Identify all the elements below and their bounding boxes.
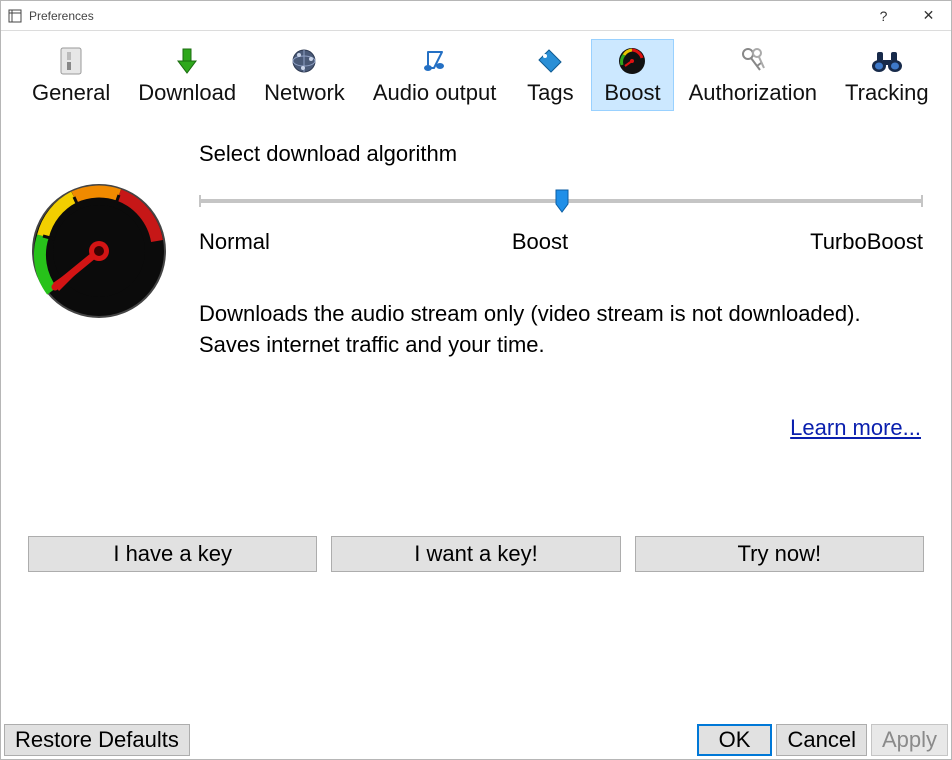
boost-icon [615,44,649,78]
cancel-button[interactable]: Cancel [776,724,866,756]
tab-bar: General Download Network Audio output Ta… [1,31,951,111]
tab-tags[interactable]: Tags [511,39,589,111]
tab-label: Tracking [845,80,929,106]
apply-button: Apply [871,724,948,756]
tab-audio-output[interactable]: Audio output [360,39,510,111]
app-icon [7,8,23,24]
algorithm-slider[interactable] [199,181,923,225]
dialog-button-bar: Restore Defaults OK Cancel Apply [4,724,948,756]
tab-authorization[interactable]: Authorization [676,39,830,111]
slider-label-boost: Boost [512,229,568,255]
tab-label: Audio output [373,80,497,106]
want-key-button[interactable]: I want a key! [331,536,620,572]
binoculars-icon [870,44,904,78]
help-button[interactable]: ? [861,1,906,31]
audio-icon [418,44,452,78]
try-now-button[interactable]: Try now! [635,536,924,572]
gauge-illustration [29,141,169,441]
tab-label: Authorization [689,80,817,106]
tab-tracking[interactable]: Tracking [832,39,942,111]
titlebar: Preferences ? ✕ [1,1,951,31]
tab-label: Download [138,80,236,106]
download-icon [170,44,204,78]
algorithm-heading: Select download algorithm [199,141,923,167]
slider-label-normal: Normal [199,229,270,255]
tab-label: Boost [604,80,660,106]
slider-label-turbo: TurboBoost [810,229,923,255]
tab-label: Network [264,80,345,106]
network-icon [287,44,321,78]
close-button[interactable]: ✕ [906,1,951,31]
tab-label: General [32,80,110,106]
window-title: Preferences [29,9,861,23]
boost-panel: Select download algorithm Normal Boost T… [1,111,951,441]
tab-download[interactable]: Download [125,39,249,111]
algorithm-description: Downloads the audio stream only (video s… [199,299,923,361]
keys-icon [736,44,770,78]
have-key-button[interactable]: I have a key [28,536,317,572]
tab-general[interactable]: General [19,39,123,111]
tab-network[interactable]: Network [251,39,358,111]
tab-boost[interactable]: Boost [591,39,673,111]
tag-icon [533,44,567,78]
general-icon [54,44,88,78]
restore-defaults-button[interactable]: Restore Defaults [4,724,190,756]
tab-label: Tags [527,80,573,106]
learn-more-link[interactable]: Learn more... [790,415,921,440]
ok-button[interactable]: OK [697,724,773,756]
license-button-row: I have a key I want a key! Try now! [28,536,924,572]
